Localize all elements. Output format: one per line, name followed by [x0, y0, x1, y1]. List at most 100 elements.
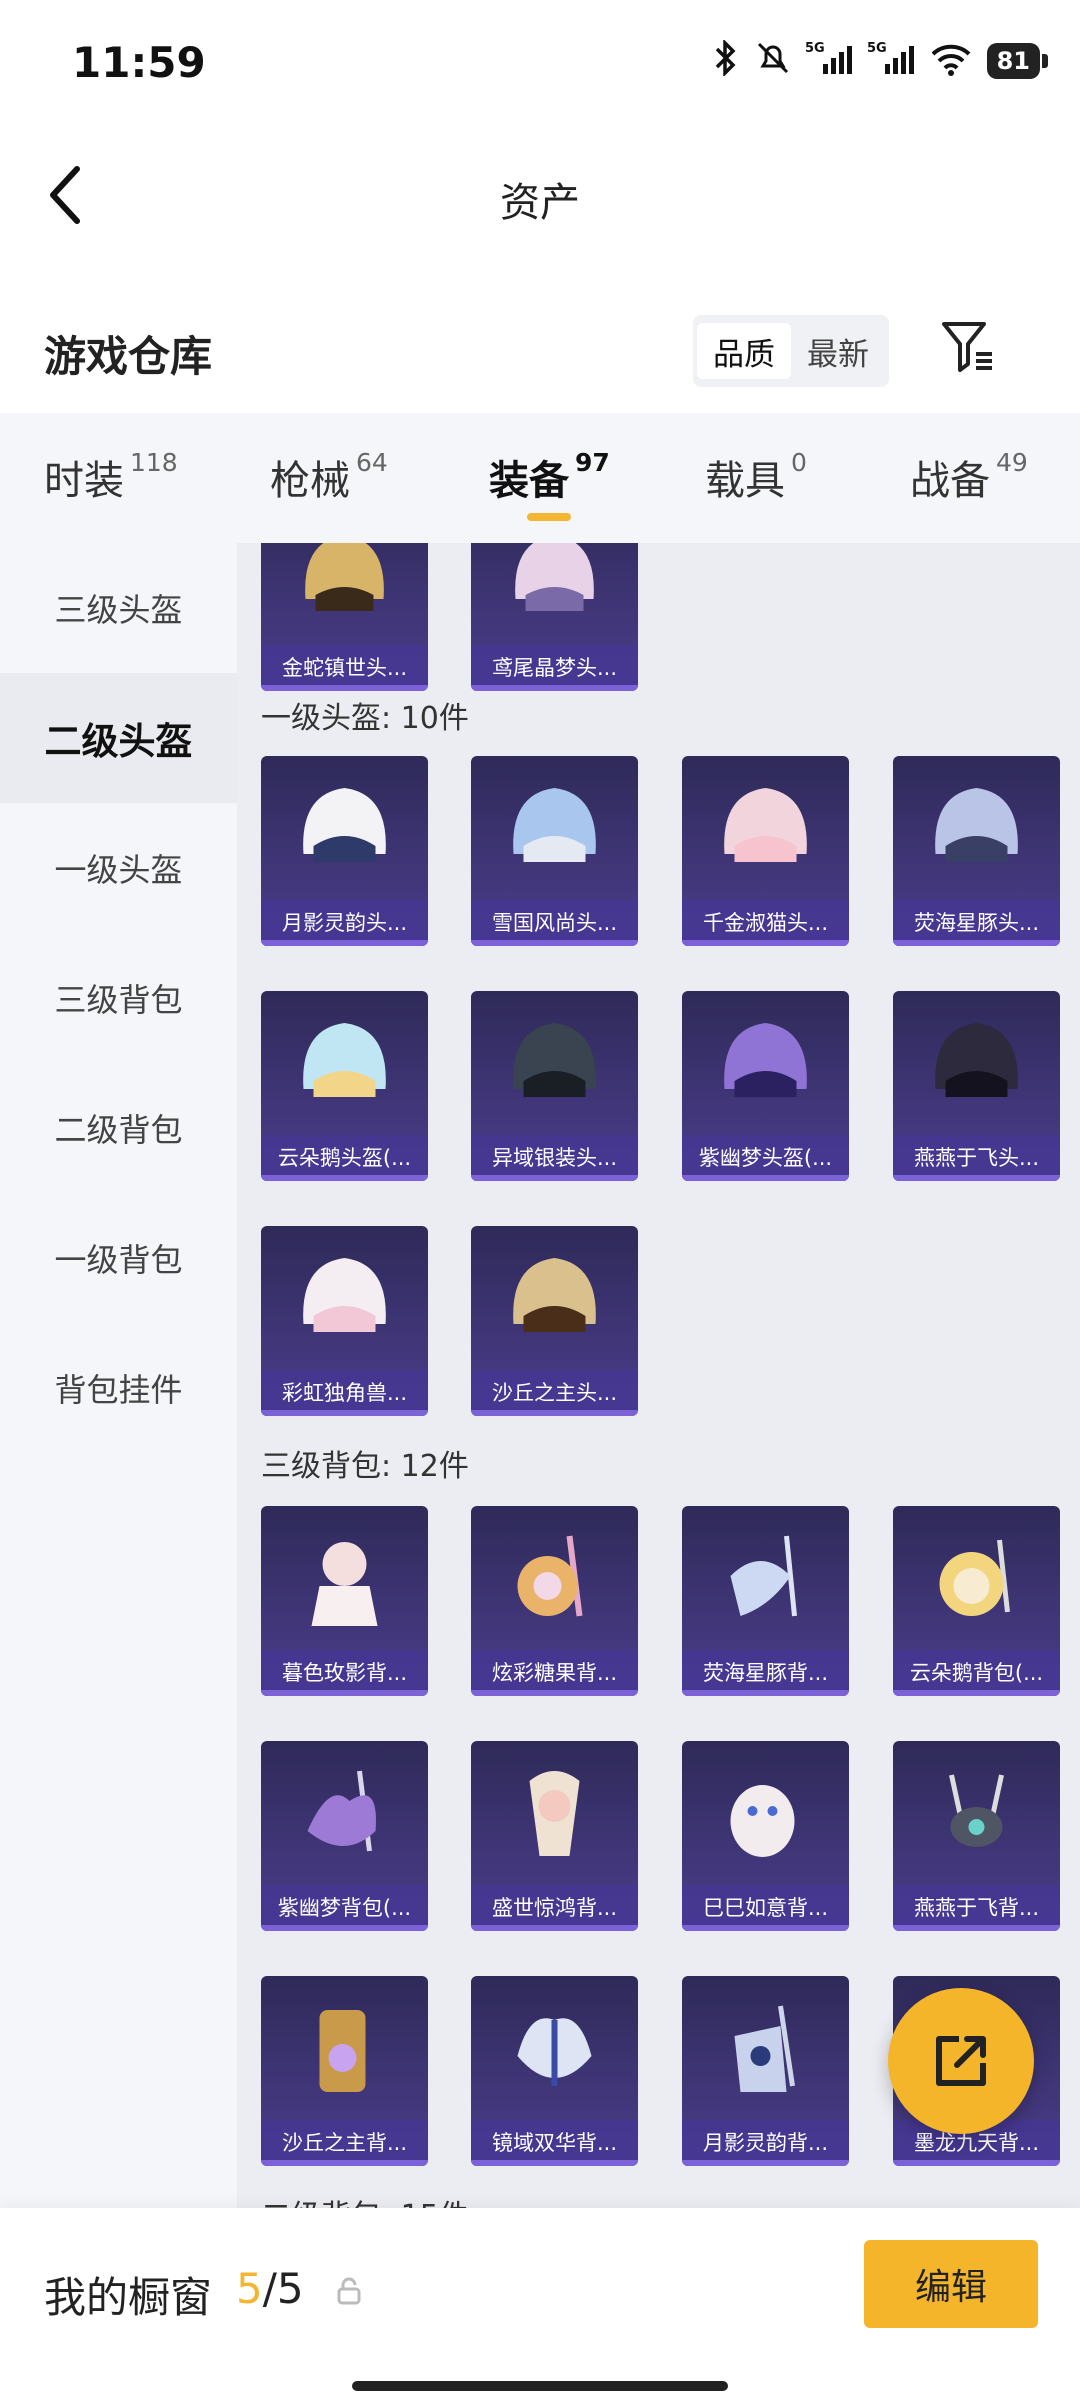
sort-newest-button[interactable]: 最新: [791, 323, 885, 379]
item-card[interactable]: 巳巳如意背...: [682, 1741, 849, 1931]
helmet-icon: [303, 1023, 386, 1097]
sort-toggle: 品质 最新: [693, 315, 889, 387]
sort-quality-button[interactable]: 品质: [697, 323, 791, 379]
tab-equipment[interactable]: 装备 97: [489, 448, 610, 506]
helmet-icon: [303, 788, 386, 862]
tab-war-supplies[interactable]: 战备 49: [910, 448, 1028, 506]
backpack-icon: [311, 1542, 378, 1626]
rarity-bar: [261, 1410, 428, 1416]
item-card[interactable]: 月影灵韵背...: [682, 1976, 849, 2166]
item-card[interactable]: 暮色玫影背...: [261, 1506, 428, 1696]
active-tab-indicator: [527, 513, 571, 521]
helmet-icon: [303, 1258, 386, 1332]
share-button[interactable]: [888, 1988, 1034, 2134]
tab-fashion[interactable]: 时装 118: [44, 448, 178, 506]
page-title: 资产: [500, 180, 580, 226]
rarity-bar: [682, 1925, 849, 1931]
rarity-bar: [682, 1690, 849, 1696]
showcase-total: /5: [262, 2264, 304, 2313]
sidebar-item-helmet-lv1[interactable]: 一级头盔: [0, 803, 237, 933]
rarity-bar: [261, 2160, 428, 2166]
helmet-icon: [305, 543, 384, 611]
tab-label: 时装: [44, 458, 124, 504]
item-card[interactable]: 雪国风尚头...: [471, 756, 638, 946]
backpack-icon: [517, 2018, 592, 2086]
item-card[interactable]: 沙丘之主背...: [261, 1976, 428, 2166]
helmet-icon: [724, 1023, 807, 1097]
showcase-current: 5: [236, 2264, 263, 2313]
svg-text:5G: 5G: [805, 41, 825, 56]
bluetooth-icon: [711, 38, 741, 82]
tab-count: 97: [575, 448, 610, 477]
showcase-bar: 我的橱窗 5/5 编辑: [0, 2208, 1080, 2403]
edit-button[interactable]: 编辑: [864, 2240, 1038, 2328]
signal-5g-icon-1: 5G: [805, 40, 853, 82]
rarity-bar: [471, 1410, 638, 1416]
item-card[interactable]: 盛世惊鸿背...: [471, 1741, 638, 1931]
rarity-bar: [893, 2160, 1060, 2166]
helmet-icon: [513, 1023, 596, 1097]
backpack-icon: [730, 1785, 795, 1857]
item-card[interactable]: 金蛇镇世头...: [261, 543, 428, 691]
share-export-icon: [936, 2036, 986, 2086]
sidebar-item-backpack-lv3[interactable]: 三级背包: [0, 933, 237, 1063]
status-bar: 11:59 5G 5G 81: [0, 0, 1080, 130]
battery-indicator: 81: [986, 43, 1049, 79]
rarity-bar: [471, 1925, 638, 1931]
rarity-bar: [682, 2160, 849, 2166]
sidebar-item-backpack-lv1[interactable]: 一级背包: [0, 1193, 237, 1323]
sidebar-item-backpack-pendant[interactable]: 背包挂件: [0, 1323, 237, 1453]
home-indicator[interactable]: [352, 2381, 728, 2391]
item-card[interactable]: 鸢尾晶梦头...: [471, 543, 638, 691]
item-card[interactable]: 云朵鹅头盔(...: [261, 991, 428, 1181]
tab-label: 载具: [705, 458, 785, 504]
backpack-icon: [734, 2005, 795, 2092]
helmet-icon: [513, 1258, 596, 1332]
item-card[interactable]: 紫幽梦背包(...: [261, 1741, 428, 1931]
rarity-bar: [471, 2160, 638, 2166]
item-card[interactable]: 荧海星豚背...: [682, 1506, 849, 1696]
item-card[interactable]: 燕燕于飞头...: [893, 991, 1060, 1181]
helmet-icon: [935, 788, 1018, 862]
lock-icon: [337, 2277, 361, 2305]
item-card[interactable]: 云朵鹅背包(...: [893, 1506, 1060, 1696]
wifi-icon: [929, 40, 973, 82]
backpack-icon: [529, 1771, 580, 1856]
item-card[interactable]: 燕燕于飞背...: [893, 1741, 1060, 1931]
tab-label: 装备: [489, 458, 569, 504]
filter-button[interactable]: [935, 313, 1001, 379]
rarity-bar: [682, 940, 849, 946]
sidebar-item-backpack-lv2[interactable]: 二级背包: [0, 1063, 237, 1193]
item-card[interactable]: 沙丘之主头...: [471, 1226, 638, 1416]
rarity-bar: [471, 1175, 638, 1181]
svg-text:5G: 5G: [867, 41, 887, 56]
rarity-bar: [893, 940, 1060, 946]
item-card[interactable]: 月影灵韵头...: [261, 756, 428, 946]
app-header: 资产: [0, 130, 1080, 260]
tab-vehicles[interactable]: 载具 0: [705, 448, 807, 506]
filter-icon: [942, 322, 992, 372]
item-card[interactable]: 紫幽梦头盔(...: [682, 991, 849, 1181]
tab-firearms[interactable]: 枪械 64: [270, 448, 388, 506]
sidebar-item-helmet-lv3[interactable]: 三级头盔: [0, 543, 237, 673]
showcase-count: 5/5: [236, 2264, 304, 2313]
item-card[interactable]: 镜域双华背...: [471, 1976, 638, 2166]
backpack-icon: [517, 1535, 583, 1617]
item-card[interactable]: 异域银装头...: [471, 991, 638, 1181]
helmet-icon: [515, 543, 594, 611]
tab-label: 战备: [910, 458, 990, 504]
tab-count: 64: [356, 448, 388, 477]
helmet-icon: [513, 788, 596, 862]
backpack-icon: [319, 2010, 366, 2092]
item-card[interactable]: 彩虹独角兽...: [261, 1226, 428, 1416]
sidebar-item-helmet-lv2[interactable]: 二级头盔: [0, 673, 237, 803]
rarity-bar: [261, 1925, 428, 1931]
item-card[interactable]: 千金淑猫头...: [682, 756, 849, 946]
mute-bell-icon: [755, 40, 791, 82]
item-card[interactable]: 荧海星豚头...: [893, 756, 1060, 946]
backpack-icon: [730, 1535, 797, 1617]
tab-count: 49: [996, 448, 1028, 477]
tab-count: 0: [791, 448, 807, 477]
item-card[interactable]: 炫彩糖果背...: [471, 1506, 638, 1696]
rarity-bar: [682, 1175, 849, 1181]
